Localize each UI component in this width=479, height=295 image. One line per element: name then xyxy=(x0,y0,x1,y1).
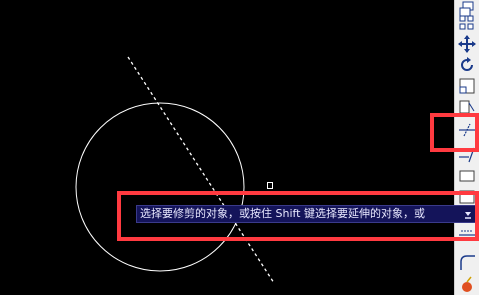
trim-highlight-box xyxy=(430,113,479,152)
pickbox-cursor xyxy=(267,182,273,189)
circle-entity[interactable] xyxy=(75,102,245,272)
fillet-icon[interactable] xyxy=(457,252,477,272)
break-icon[interactable] xyxy=(457,166,477,186)
explode-icon[interactable] xyxy=(457,275,477,295)
array-icon[interactable] xyxy=(457,13,477,33)
canvas-geometry xyxy=(75,56,275,284)
move-icon[interactable] xyxy=(457,34,477,54)
selected-line-entity[interactable] xyxy=(127,56,275,284)
command-highlight-box xyxy=(117,191,479,241)
drawing-canvas[interactable] xyxy=(0,0,454,295)
scale-icon[interactable] xyxy=(457,76,477,96)
rotate-icon[interactable] xyxy=(457,55,477,75)
cad-window: 选择要修剪的对象，或按住 Shift 键选择要延伸的对象，或 xyxy=(0,0,479,295)
